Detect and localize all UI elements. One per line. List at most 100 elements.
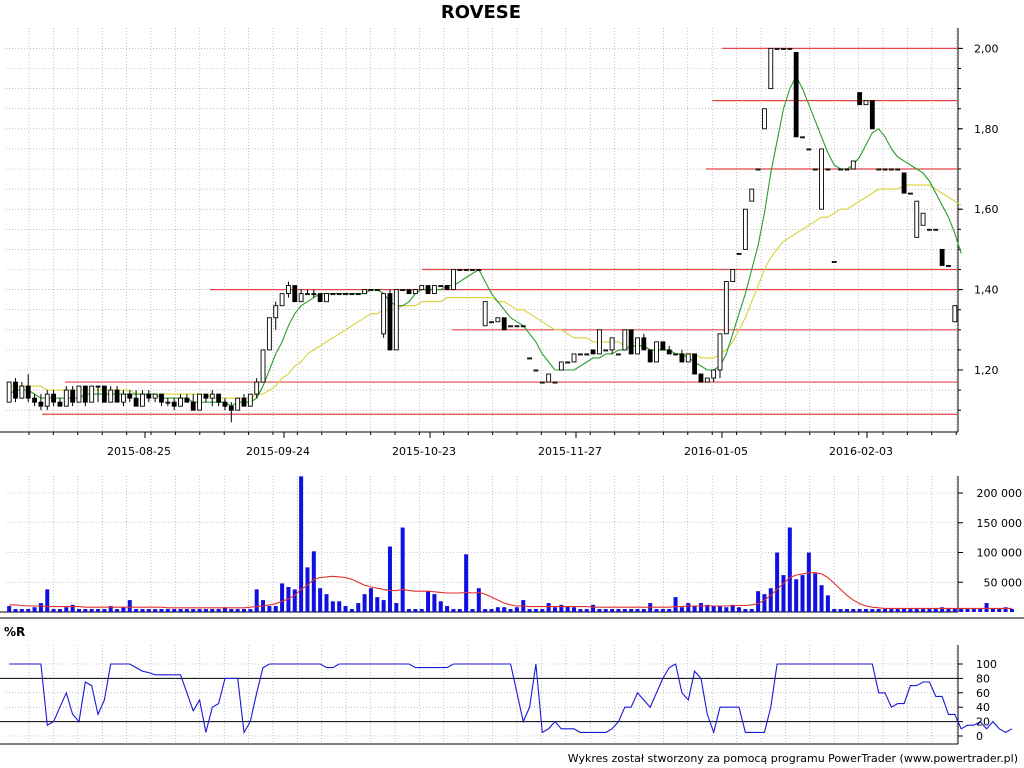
candle — [857, 92, 863, 106]
volume-bar — [572, 607, 577, 612]
volume-bar — [673, 597, 678, 612]
volume-bar — [584, 609, 589, 612]
candle-body — [32, 397, 37, 403]
candle-body — [76, 385, 82, 403]
volume-bar — [464, 554, 469, 612]
candle-body — [6, 381, 12, 403]
candle-body — [577, 353, 583, 356]
candle — [178, 394, 183, 407]
candle-body — [939, 248, 945, 266]
price-panel: 2,00 1,80 1,60 1,40 1,20 — [0, 28, 999, 433]
candle-body — [127, 393, 133, 399]
volume-bar — [902, 609, 907, 612]
candle-body — [114, 389, 120, 403]
volume-bar — [794, 579, 799, 612]
volume-bar — [121, 607, 126, 612]
candle-body — [476, 269, 482, 271]
volume-bar — [711, 606, 716, 612]
williams-r-title: %R — [4, 625, 25, 639]
volume-bar — [984, 603, 989, 612]
candle — [330, 293, 336, 296]
volume-bar — [280, 583, 285, 612]
volume-bar — [305, 567, 310, 612]
price-y-tick-label: 1,60 — [974, 203, 999, 216]
candle-body — [330, 293, 336, 296]
candle-body — [101, 385, 107, 403]
candle-body — [628, 329, 634, 355]
volume-bar — [445, 606, 450, 612]
candle — [812, 168, 818, 171]
candle-body — [882, 168, 888, 171]
candle — [13, 378, 18, 403]
volume-bar — [375, 597, 380, 612]
volume-bar — [775, 552, 780, 612]
candle-body — [825, 168, 831, 171]
volume-bar — [641, 609, 646, 612]
candle — [374, 289, 380, 292]
candle-body — [235, 397, 241, 411]
candle-body — [368, 289, 374, 292]
volume-bar — [971, 609, 976, 612]
candle-body — [730, 269, 736, 283]
candle — [489, 321, 494, 324]
volume-bar — [781, 575, 786, 612]
candle-body — [165, 401, 171, 404]
candle-body — [641, 337, 647, 351]
candle-body — [438, 285, 444, 288]
candle — [806, 148, 812, 151]
volume-bar — [356, 603, 361, 612]
candle — [317, 293, 323, 303]
candle — [63, 386, 69, 407]
candle — [787, 47, 793, 50]
candle-body — [178, 397, 183, 407]
candle-body — [800, 136, 805, 139]
candle-body — [571, 353, 577, 363]
volume-bar — [191, 609, 196, 612]
volume-bar — [432, 594, 437, 612]
candle-body — [590, 349, 596, 355]
candle — [470, 269, 475, 271]
candle — [933, 228, 939, 231]
volume-bar — [330, 601, 335, 612]
candle-body — [260, 349, 266, 383]
volume-bar — [172, 609, 177, 612]
volume-bar — [413, 609, 418, 612]
candle-body — [768, 47, 774, 90]
volume-bar — [235, 609, 240, 612]
volume-bar — [806, 552, 811, 612]
candle-body — [679, 353, 685, 363]
candle-body — [400, 289, 406, 292]
candle-body — [508, 325, 513, 328]
candle — [901, 172, 907, 194]
volume-bar — [622, 609, 627, 612]
candle-body — [520, 325, 526, 328]
volume-bar — [38, 603, 43, 612]
ma-short-line — [8, 75, 962, 407]
candle — [140, 390, 145, 407]
volume-bar — [273, 606, 278, 612]
candle-body — [552, 381, 558, 384]
candle-body — [451, 269, 456, 291]
candle — [635, 337, 640, 355]
volume-y-tick-label: 50 000 — [984, 576, 1023, 589]
candle — [343, 293, 348, 296]
candle — [89, 385, 95, 403]
volume-bar — [83, 609, 88, 612]
candle — [305, 289, 310, 296]
candle-body — [159, 393, 164, 403]
candle-body — [463, 269, 469, 271]
volume-bar — [832, 609, 837, 612]
candle-body — [324, 293, 329, 303]
candle-body — [425, 285, 431, 295]
candle — [704, 377, 710, 383]
candle-body — [673, 353, 678, 356]
candle-body — [755, 168, 761, 171]
candle — [336, 293, 342, 296]
volume-bar — [311, 551, 316, 612]
candle-body — [863, 100, 869, 106]
candle — [355, 293, 361, 296]
candle-body — [514, 325, 520, 328]
volume-bar — [242, 609, 246, 612]
volume-bar — [895, 609, 900, 612]
candle — [76, 385, 82, 403]
